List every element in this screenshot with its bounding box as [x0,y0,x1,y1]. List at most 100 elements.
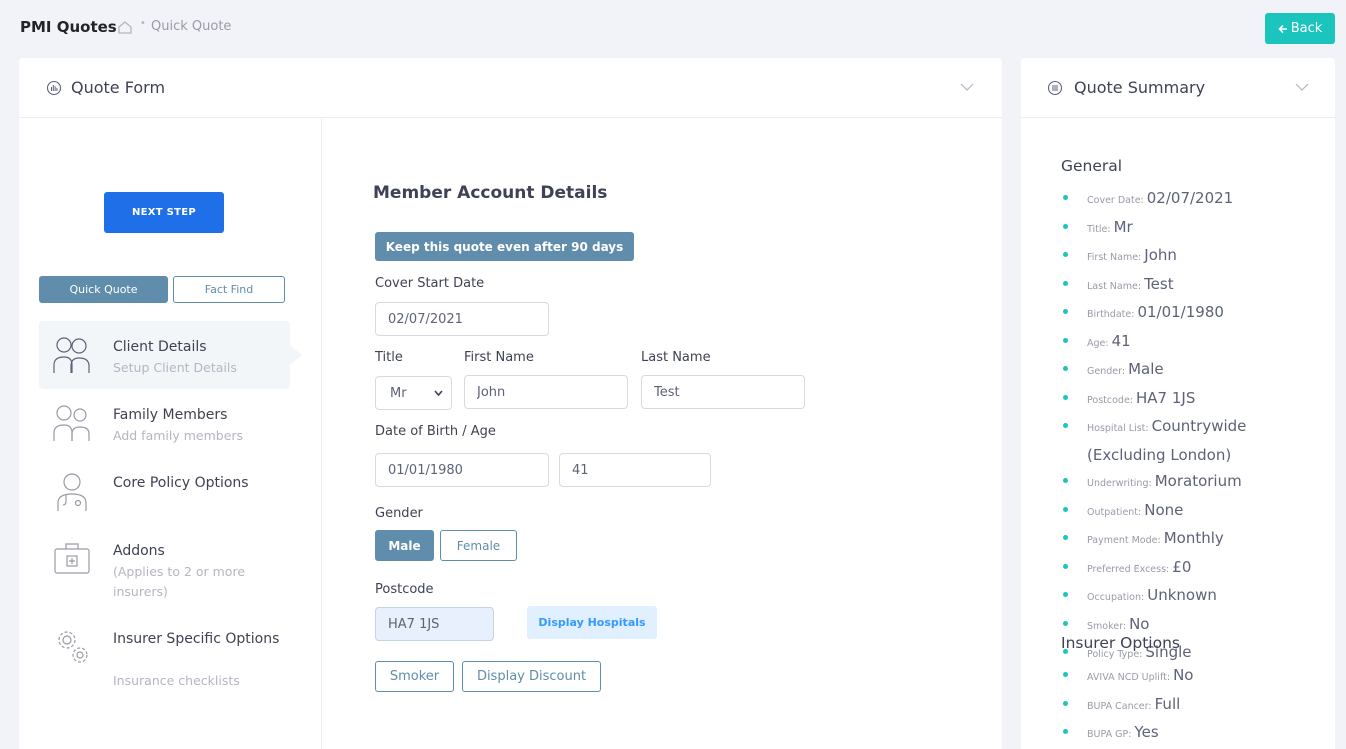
first-name-input[interactable] [464,375,628,409]
summary-key: Last Name: [1087,280,1145,292]
summary-value: None [1144,500,1184,519]
summary-item: Occupation: Unknown [1063,582,1325,611]
dob-input[interactable] [375,453,549,487]
summary-item: Preferred Excess: £0 [1063,554,1325,583]
quote-form-card: Quote Form NEXT STEP Quick Quote Fact Fi… [19,58,1002,749]
quote-summary-title: Quote Summary [1074,78,1206,97]
member-account-form: Member Account Details Keep this quote e… [323,119,1002,749]
smoker-button[interactable]: Smoker [375,661,454,692]
quote-form-header: Quote Form [19,58,1002,118]
summary-key: Underwriting: [1087,478,1155,489]
step-title: Insurer Specific Options [113,631,280,647]
last-name-label: Last Name [641,350,711,365]
step-insurer-specific-options[interactable]: Insurer Specific Options Insurance check… [39,613,290,688]
step-desc: Insurance checklists [113,673,240,688]
summary-item: Gender: Male [1063,356,1325,385]
chevron-down-icon [434,390,443,397]
summary-value: Male [1128,360,1164,378]
summary-value: Monthly [1163,529,1224,547]
step-client-details[interactable]: Client Details Setup Client Details [39,321,302,389]
list-circle-icon [1047,80,1063,96]
summary-key: Preferred Excess: [1087,563,1173,575]
summary-key: First Name: [1087,252,1145,263]
arrow-left-icon [1278,24,1287,33]
title-select[interactable]: Mr [375,376,452,410]
top-bar: PMI Quotes • Quick Quote Back [0,0,1346,52]
summary-item: BUPA GP: Yes [1063,719,1325,748]
summary-value: John [1144,246,1177,264]
summary-item: Title: Mr [1063,214,1325,243]
step-family-members[interactable]: Family Members Add family members [39,389,290,457]
gender-female-button[interactable]: Female [440,530,517,561]
summary-item: Last Name: Test [1063,271,1325,300]
summary-key: Payment Mode: [1087,535,1164,546]
gender-male-button[interactable]: Male [375,530,434,561]
active-step-arrow [290,345,302,365]
step-desc: Add family members [113,428,244,443]
summary-general-list: Cover Date: 02/07/2021 Title: Mr First Nam… [1063,185,1325,668]
back-button[interactable]: Back [1265,13,1335,44]
summary-key: Age: [1087,337,1112,349]
summary-item: Outpatient: None [1063,497,1325,526]
summary-key: BUPA GP: [1087,729,1135,740]
last-name-input[interactable] [641,375,805,409]
chevron-down-icon[interactable] [959,81,975,93]
section-title: Member Account Details [373,183,608,203]
summary-value: Mr [1113,217,1133,236]
chart-circle-icon [46,80,62,96]
summary-value: Test [1144,274,1174,293]
keep-quote-button[interactable]: Keep this quote even after 90 days [375,232,634,261]
step-addons[interactable]: Addons (Applies to 2 or more insurers) [39,525,290,599]
next-step-button[interactable]: NEXT STEP [104,192,224,233]
quote-form-title: Quote Form [71,78,166,97]
postcode-input[interactable] [375,607,494,641]
chevron-down-icon[interactable] [1294,81,1310,93]
summary-key: Cover Date: [1087,195,1147,206]
app-title: PMI Quotes [20,18,117,36]
tab-fact-find[interactable]: Fact Find [173,276,285,303]
step-core-policy-options[interactable]: Core Policy Options [39,457,290,525]
summary-key: AVIVA NCD Uplift: [1087,672,1174,683]
cover-start-input[interactable] [375,302,549,336]
summary-key: BUPA Cancer: [1087,700,1155,712]
step-title: Family Members [113,407,228,423]
summary-item: Birthdate: 01/01/1980 [1063,299,1325,328]
display-hospitals-button[interactable]: Display Hospitals [527,606,657,639]
summary-value: £0 [1172,557,1192,576]
summary-item: Underwriting: Moratorium [1063,468,1325,497]
tab-quick-quote[interactable]: Quick Quote [39,276,168,303]
summary-insurer-heading: Insurer Options [1061,634,1180,652]
summary-value: Moratorium [1154,472,1242,490]
step-desc: Setup Client Details [113,360,237,375]
summary-key: Postcode: [1087,394,1137,406]
summary-item: BUPA Cancer: Full [1063,691,1325,720]
summary-general-heading: General [1061,157,1123,175]
breadcrumb[interactable]: Quick Quote [151,19,231,34]
home-icon[interactable] [117,19,133,35]
summary-item: Postcode: HA7 1JS [1063,385,1325,414]
step-title: Client Details [113,339,207,355]
summary-item: Age: 41 [1063,328,1325,357]
summary-key: Title: [1087,223,1114,235]
age-input[interactable] [559,453,711,487]
quote-summary-header: Quote Summary [1021,58,1335,118]
cover-start-label: Cover Start Date [375,276,485,291]
summary-value: No [1173,666,1194,684]
summary-value: 41 [1111,331,1131,350]
gender-label: Gender [375,506,423,521]
summary-key: Gender: [1087,366,1129,377]
gears-icon [58,631,88,663]
summary-insurer-list: AVIVA NCD Uplift: No BUPA Cancer: Full BUP… [1063,662,1325,749]
postcode-label: Postcode [375,582,434,597]
summary-item: Hospital List: Countrywide (Excluding Lo… [1063,413,1325,468]
summary-value: Full [1154,694,1181,713]
summary-item: Payment Mode: Monthly [1063,525,1325,554]
title-select-value: Mr [390,386,407,401]
back-label: Back [1290,21,1323,36]
summary-item: Cover Date: 02/07/2021 [1063,185,1325,214]
summary-key: Outpatient: [1087,506,1145,518]
summary-value: Yes [1134,723,1159,741]
summary-key: Birthdate: [1087,309,1138,320]
display-discount-button[interactable]: Display Discount [462,661,601,692]
summary-item: First Name: John [1063,242,1325,271]
